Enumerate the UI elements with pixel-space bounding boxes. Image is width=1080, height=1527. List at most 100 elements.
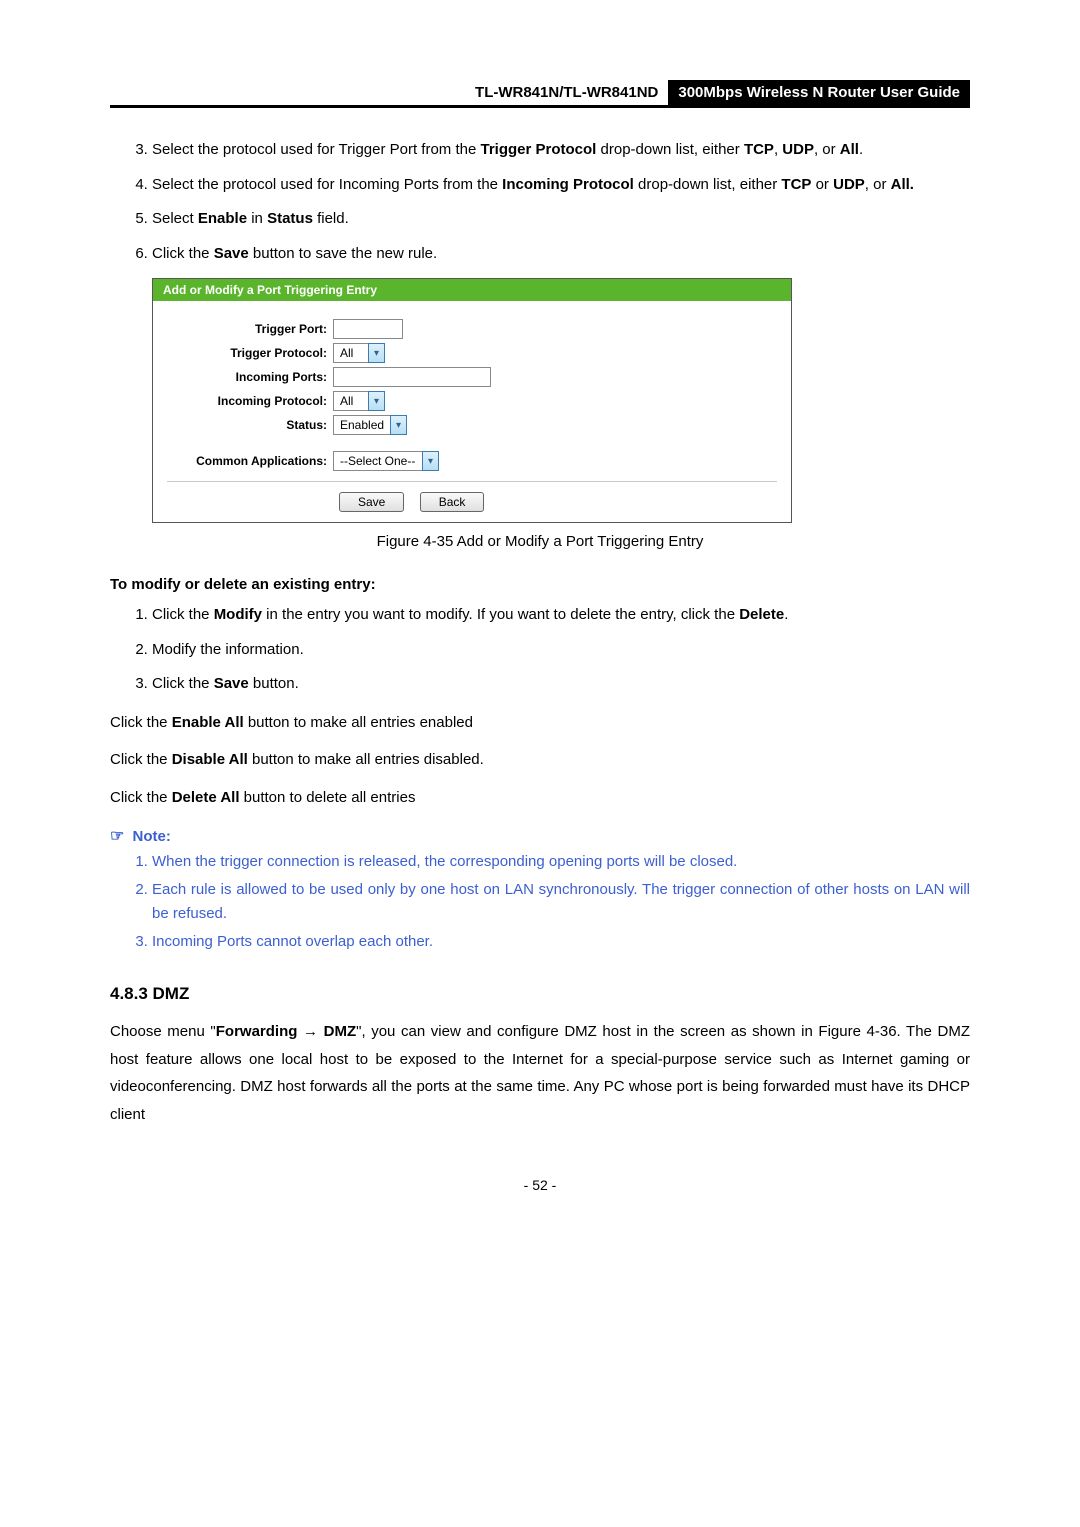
step-item: Click the Modify in the entry you want t… xyxy=(152,601,970,630)
text: Modify the information. xyxy=(152,641,304,658)
text-bold: Forwarding xyxy=(216,1023,298,1040)
text: Choose menu " xyxy=(110,1023,216,1040)
text-bold: UDP xyxy=(833,176,865,193)
label-incoming-ports: Incoming Ports: xyxy=(167,370,333,384)
text: Click the xyxy=(110,714,172,731)
chevron-down-icon[interactable]: ▾ xyxy=(390,415,407,435)
para-disable-all: Click the Disable All button to make all… xyxy=(110,746,970,774)
text: Click the xyxy=(152,675,214,692)
text: field. xyxy=(313,210,349,227)
text-bold: Enable All xyxy=(172,714,244,731)
row-incoming-protocol: Incoming Protocol: All▾ xyxy=(167,391,777,411)
step-item: Click the Save button to save the new ru… xyxy=(152,240,970,269)
text: or xyxy=(811,176,833,193)
figure-4-35: Add or Modify a Port Triggering Entry Tr… xyxy=(152,278,970,523)
figure-button-bar: Save Back xyxy=(167,481,777,512)
text: drop-down list, either xyxy=(634,176,782,193)
text-bold: Incoming Protocol xyxy=(502,176,634,193)
header-model: TL-WR841N/TL-WR841ND xyxy=(475,80,668,105)
save-button[interactable]: Save xyxy=(339,492,404,512)
step-item: Click the Save button. xyxy=(152,670,970,699)
step-item: Select the protocol used for Incoming Po… xyxy=(152,171,970,200)
text: . xyxy=(784,606,788,623)
text-bold: Delete All xyxy=(172,789,240,806)
note-label-text: Note: xyxy=(133,828,171,845)
row-trigger-protocol: Trigger Protocol: All▾ xyxy=(167,343,777,363)
text: , or xyxy=(865,176,891,193)
text: Click the xyxy=(110,789,172,806)
label-trigger-port: Trigger Port: xyxy=(167,322,333,336)
incoming-ports-input[interactable] xyxy=(333,367,491,387)
step-item: Select the protocol used for Trigger Por… xyxy=(152,136,970,165)
note-item: Incoming Ports cannot overlap each other… xyxy=(152,930,970,954)
figure-body: Trigger Port: Trigger Protocol: All▾ Inc… xyxy=(153,301,791,522)
header-guide-title: 300Mbps Wireless N Router User Guide xyxy=(668,80,970,105)
text: , or xyxy=(814,141,840,158)
text: button. xyxy=(249,675,299,692)
text: Click the xyxy=(152,606,214,623)
text: button to delete all entries xyxy=(240,789,416,806)
text-bold: Save xyxy=(214,245,249,262)
chevron-down-icon[interactable]: ▾ xyxy=(368,343,385,363)
text-bold: Delete xyxy=(739,606,784,623)
page-header: TL-WR841N/TL-WR841ND 300Mbps Wireless N … xyxy=(110,80,970,108)
text: button to save the new rule. xyxy=(249,245,437,262)
document-page: TL-WR841N/TL-WR841ND 300Mbps Wireless N … xyxy=(0,0,1080,1233)
incoming-protocol-select[interactable]: All xyxy=(333,391,369,411)
note-heading: ☞ Note: xyxy=(110,826,970,846)
label-trigger-protocol: Trigger Protocol: xyxy=(167,346,333,360)
text-bold: DMZ xyxy=(324,1023,357,1040)
para-enable-all: Click the Enable All button to make all … xyxy=(110,709,970,737)
status-select[interactable]: Enabled xyxy=(333,415,391,435)
steps-list-b: Click the Modify in the entry you want t… xyxy=(110,601,970,699)
text: drop-down list, either xyxy=(596,141,744,158)
steps-list-a: Select the protocol used for Trigger Por… xyxy=(110,136,970,268)
text: in the entry you want to modify. If you … xyxy=(262,606,739,623)
text-bold: UDP xyxy=(782,141,814,158)
row-common-apps: Common Applications: --Select One--▾ xyxy=(167,451,777,471)
trigger-port-input[interactable] xyxy=(333,319,403,339)
text: Click the xyxy=(152,245,214,262)
text-bold: TCP xyxy=(744,141,774,158)
text-bold: Status xyxy=(267,210,313,227)
text: button to make all entries disabled. xyxy=(248,751,484,768)
text: Click the xyxy=(110,751,172,768)
label-incoming-protocol: Incoming Protocol: xyxy=(167,394,333,408)
text-bold: Modify xyxy=(214,606,262,623)
figure-frame: Add or Modify a Port Triggering Entry Tr… xyxy=(152,278,792,523)
text-bold: Trigger Protocol xyxy=(481,141,597,158)
figure-caption: Figure 4-35 Add or Modify a Port Trigger… xyxy=(110,533,970,550)
text-bold: All. xyxy=(891,176,914,193)
para-delete-all: Click the Delete All button to delete al… xyxy=(110,784,970,812)
text: Select the protocol used for Incoming Po… xyxy=(152,176,502,193)
chevron-down-icon[interactable]: ▾ xyxy=(422,451,439,471)
text: Select the protocol used for Trigger Por… xyxy=(152,141,481,158)
row-trigger-port: Trigger Port: xyxy=(167,319,777,339)
text-bold: Disable All xyxy=(172,751,248,768)
section-heading-dmz: 4.8.3 DMZ xyxy=(110,984,970,1004)
row-incoming-ports: Incoming Ports: xyxy=(167,367,777,387)
step-item: Modify the information. xyxy=(152,636,970,665)
step-item: Select Enable in Status field. xyxy=(152,205,970,234)
note-list: When the trigger connection is released,… xyxy=(110,850,970,954)
para-dmz: Choose menu "Forwarding → DMZ", you can … xyxy=(110,1018,970,1129)
figure-title-bar: Add or Modify a Port Triggering Entry xyxy=(153,279,791,301)
trigger-protocol-select[interactable]: All xyxy=(333,343,369,363)
page-number: - 52 - xyxy=(110,1177,970,1193)
text: Select xyxy=(152,210,198,227)
text-bold: Save xyxy=(214,675,249,692)
chevron-down-icon[interactable]: ▾ xyxy=(368,391,385,411)
back-button[interactable]: Back xyxy=(420,492,485,512)
note-item: When the trigger connection is released,… xyxy=(152,850,970,874)
text-bold: Enable xyxy=(198,210,247,227)
row-status: Status: Enabled▾ xyxy=(167,415,777,435)
text: in xyxy=(247,210,267,227)
label-status: Status: xyxy=(167,418,333,432)
text-bold: All xyxy=(840,141,859,158)
common-apps-select[interactable]: --Select One-- xyxy=(333,451,423,471)
subheading-modify: To modify or delete an existing entry: xyxy=(110,576,970,593)
text: button to make all entries enabled xyxy=(244,714,473,731)
text-bold: TCP xyxy=(781,176,811,193)
hand-point-icon: ☞ xyxy=(110,828,124,845)
note-item: Each rule is allowed to be used only by … xyxy=(152,878,970,926)
